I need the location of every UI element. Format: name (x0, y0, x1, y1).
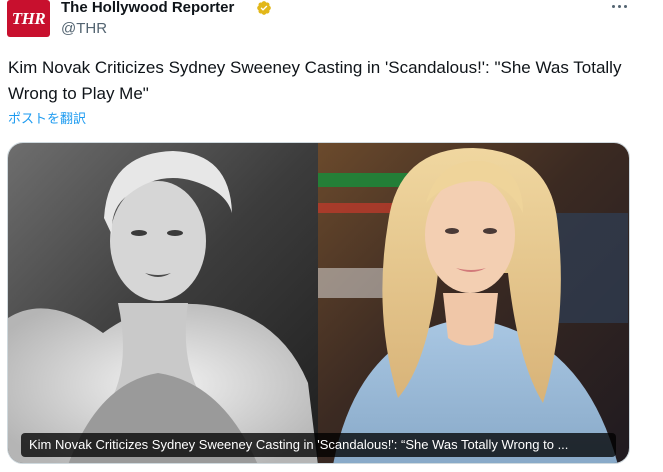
media-caption: Kim Novak Criticizes Sydney Sweeney Cast… (21, 433, 616, 457)
link-card-media[interactable]: Kim Novak Criticizes Sydney Sweeney Cast… (7, 142, 630, 464)
post-text: Kim Novak Criticizes Sydney Sweeney Cast… (8, 58, 622, 103)
author-name[interactable]: The Hollywood Reporter (61, 0, 234, 16)
sydney-sweeney-photo (318, 143, 629, 463)
verified-badge-icon (257, 1, 271, 15)
kim-novak-photo (8, 143, 318, 463)
tweet-post: THR The Hollywood Reporter @THR Kim Nova… (0, 0, 663, 472)
author-handle[interactable]: @THR (61, 21, 107, 37)
author-avatar[interactable]: THR (7, 0, 50, 37)
translate-post-link[interactable]: ポストを翻訳 (8, 111, 86, 127)
avatar-logo-text: THR (11, 8, 46, 28)
more-options-icon[interactable] (608, 0, 630, 12)
